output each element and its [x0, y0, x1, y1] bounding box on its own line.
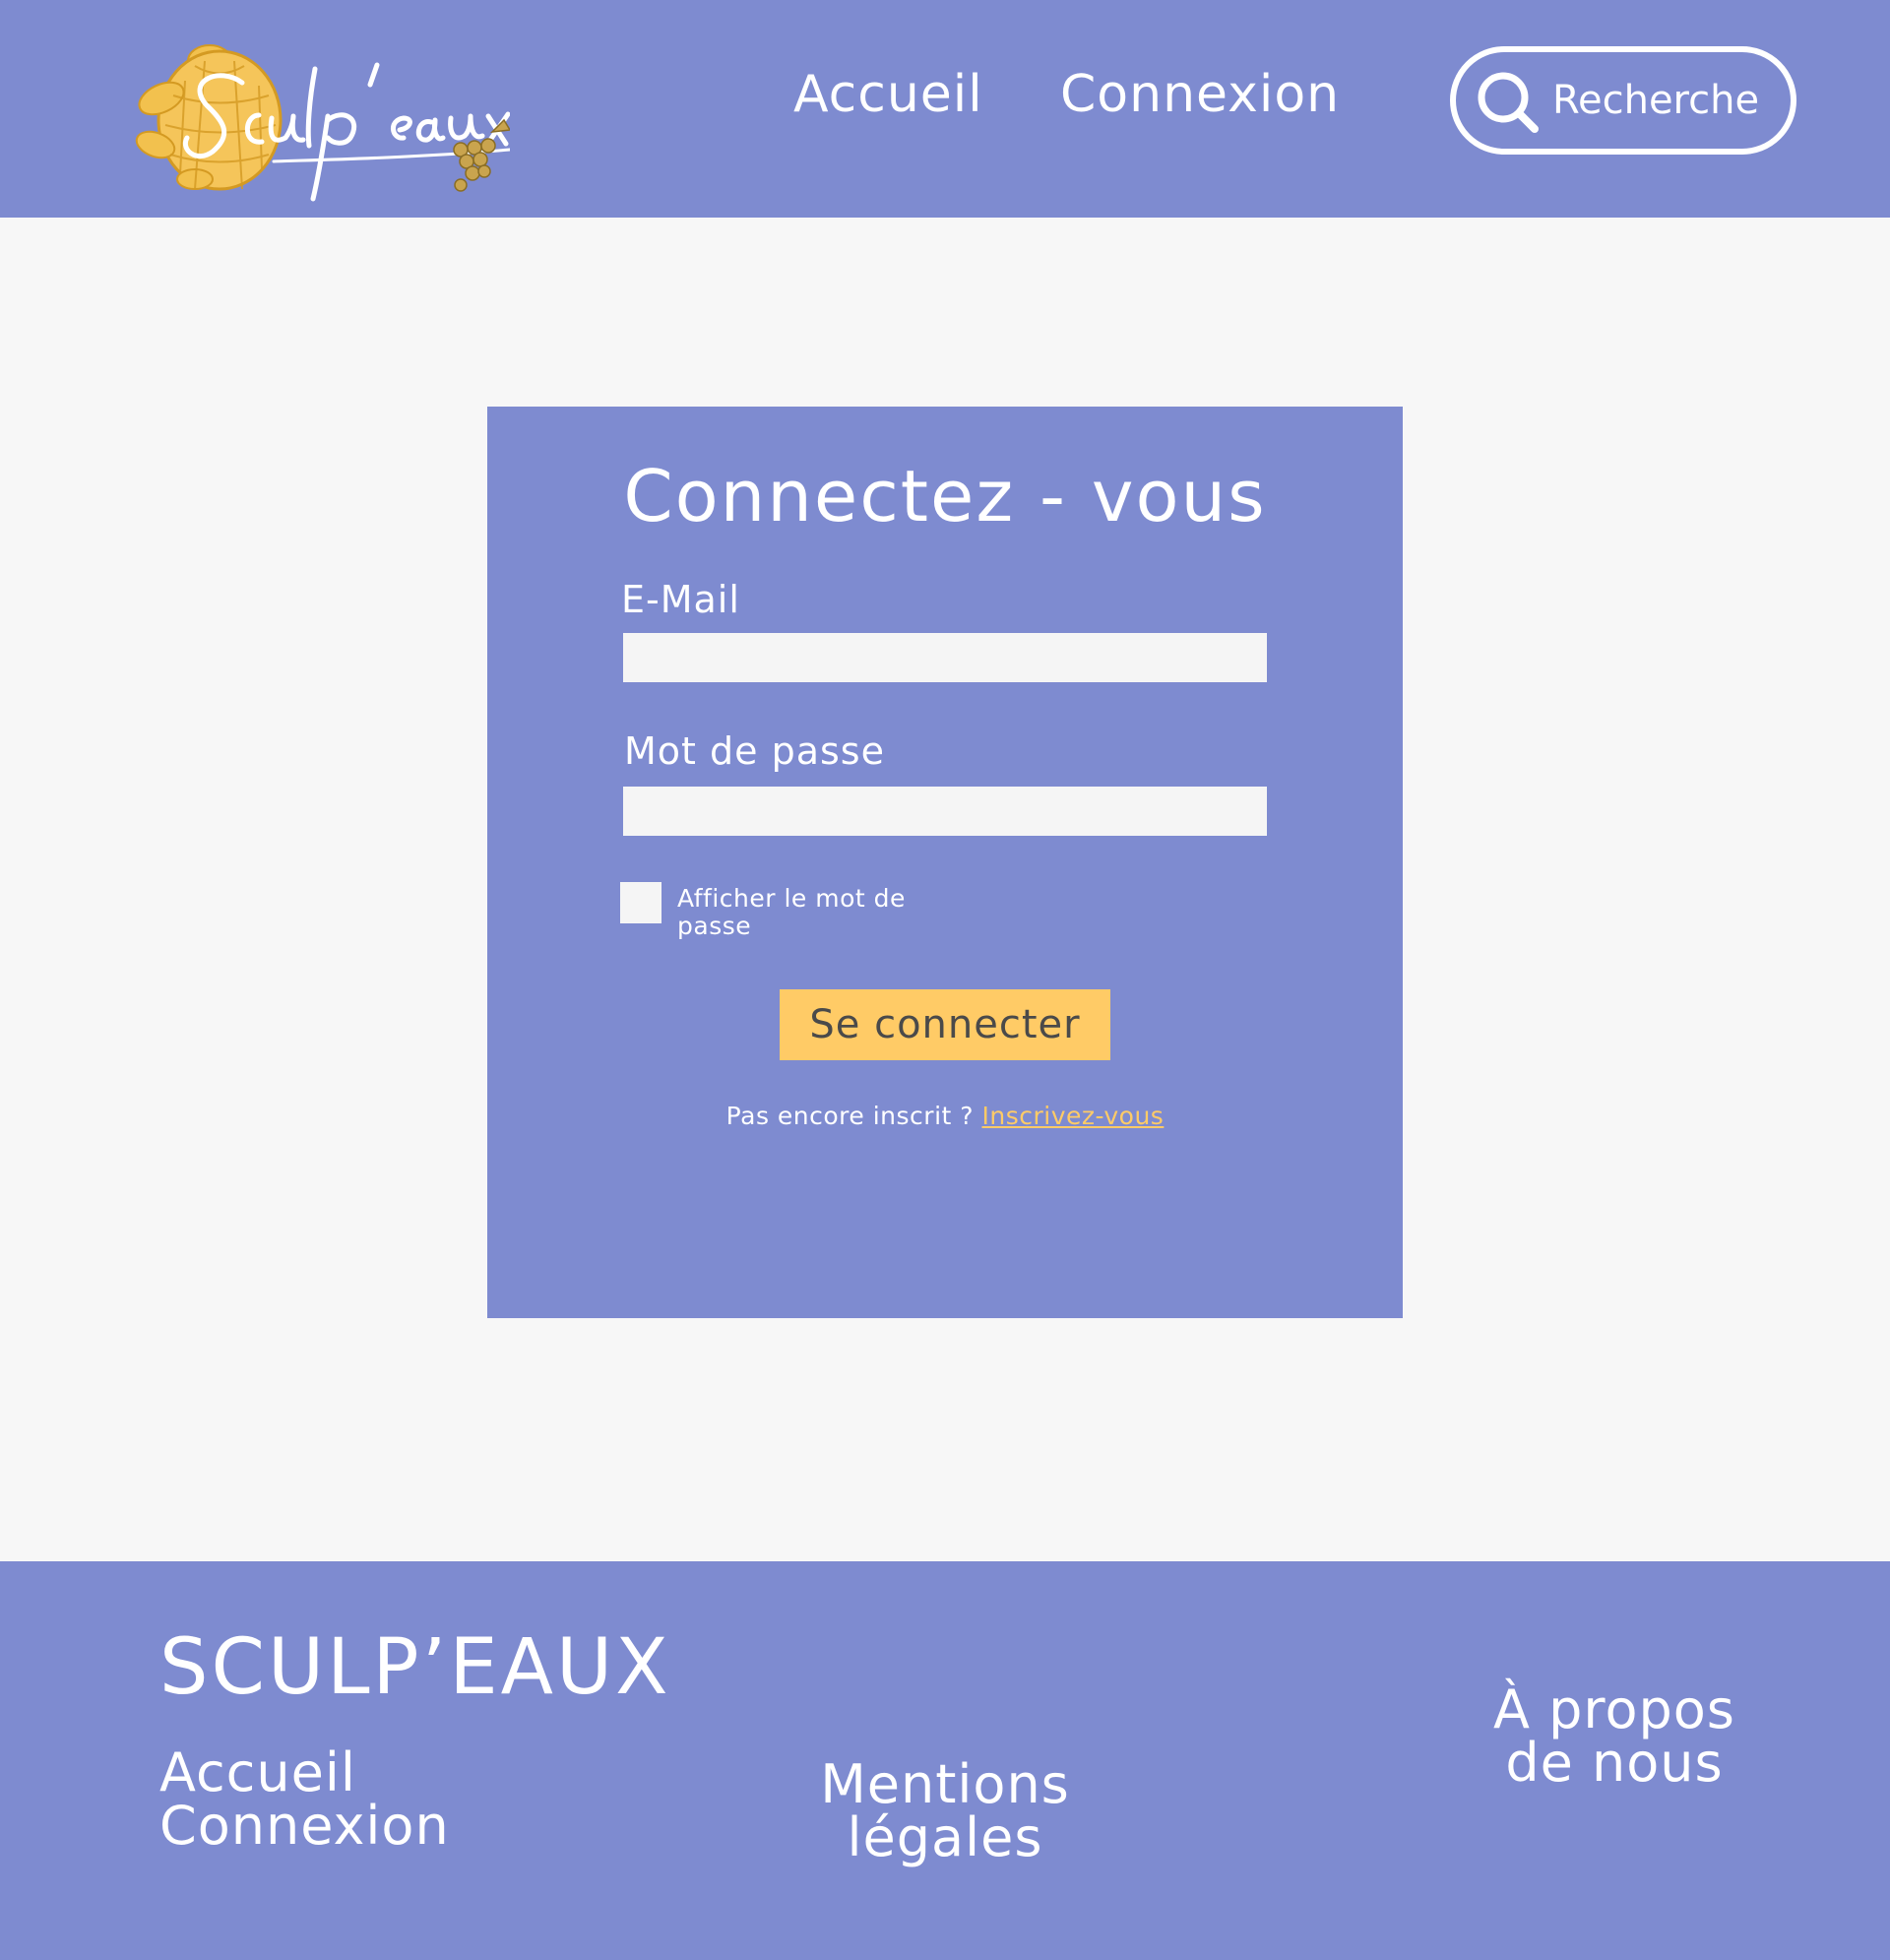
search-icon[interactable] [1474, 68, 1541, 135]
turtle-logo-icon [135, 44, 510, 202]
site-footer: SCULP’EAUX Accueil Connexion Mentions lé… [0, 1561, 1890, 1960]
login-button[interactable]: Se connecter [780, 989, 1110, 1060]
nav-home-link[interactable]: Accueil [793, 66, 983, 123]
signup-link[interactable]: Inscrivez-vous [982, 1102, 1165, 1130]
signup-prompt: Pas encore inscrit ? [725, 1102, 975, 1130]
search-input[interactable] [1552, 70, 1769, 131]
show-password-label[interactable]: Afficher le mot de passe [677, 885, 933, 940]
password-label: Mot de passe [624, 729, 885, 773]
login-card: Connectez - vous E-Mail Mot de passe Aff… [487, 407, 1403, 1318]
email-field[interactable] [623, 633, 1267, 682]
footer-home-link[interactable]: Accueil [159, 1746, 356, 1800]
nav-login-link[interactable]: Connexion [1060, 66, 1340, 123]
email-label: E-Mail [621, 578, 740, 621]
show-password-checkbox[interactable] [620, 882, 662, 923]
footer-legal-link[interactable]: Mentions légales [797, 1758, 1093, 1865]
footer-login-link[interactable]: Connexion [159, 1800, 450, 1853]
password-field[interactable] [623, 787, 1267, 836]
login-title: Connectez - vous [623, 455, 1267, 537]
footer-brand: SCULP’EAUX [159, 1623, 671, 1712]
site-logo[interactable] [126, 22, 510, 209]
site-header: Accueil Connexion [0, 0, 1890, 218]
search-box[interactable] [1450, 46, 1796, 155]
footer-about-link[interactable]: À propos de nous [1467, 1683, 1762, 1790]
signup-row: Pas encore inscrit ? Inscrivez-vous [487, 1102, 1403, 1130]
